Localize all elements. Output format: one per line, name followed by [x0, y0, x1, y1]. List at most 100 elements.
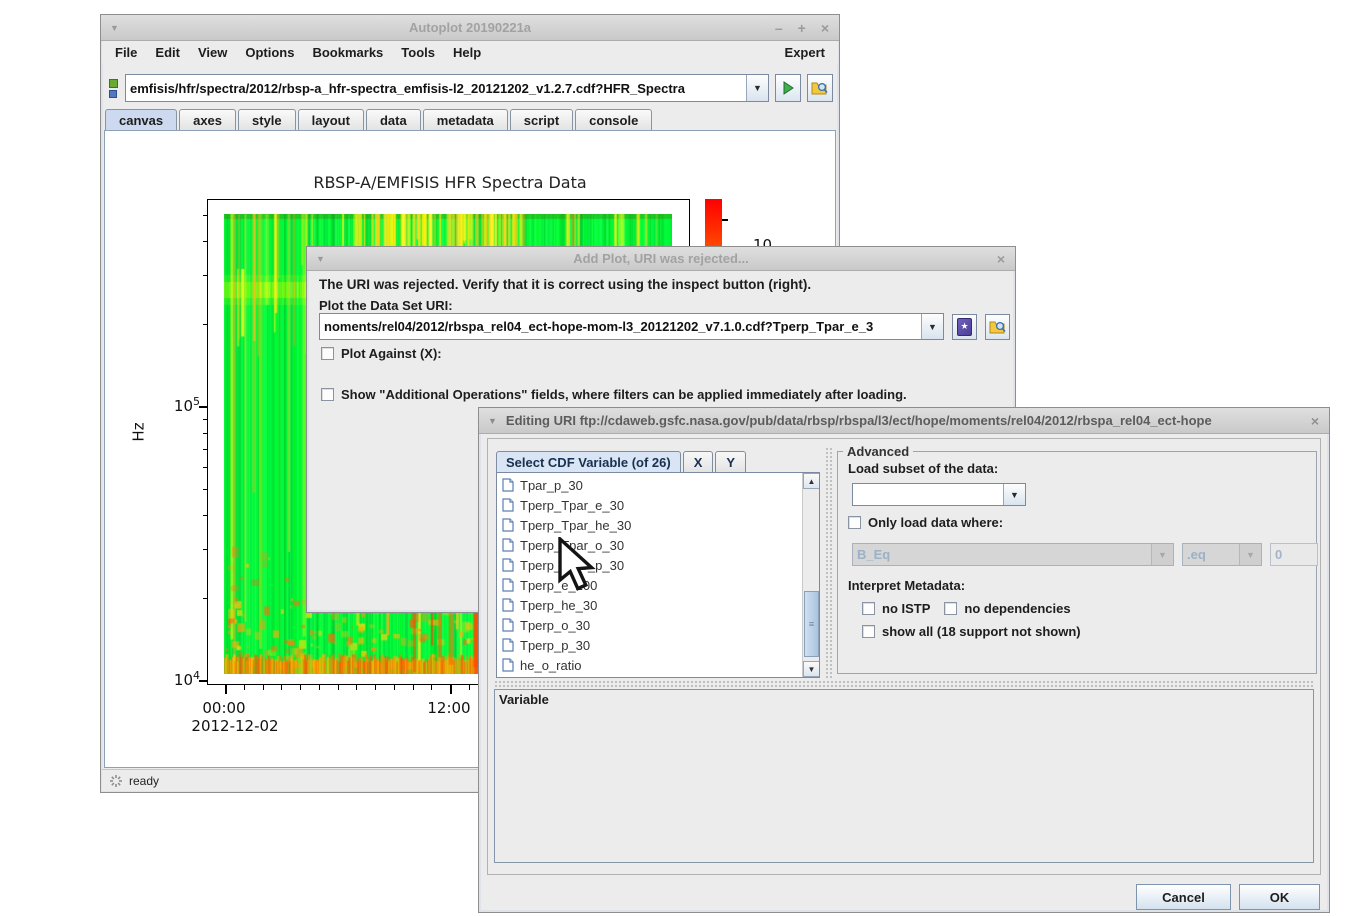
main-tab-bar: canvas axes style layout data metadata s… — [105, 109, 654, 131]
mouse-cursor — [553, 537, 599, 593]
add-plot-titlebar[interactable]: ▼ Add Plot, URI was rejected... × — [307, 247, 1015, 271]
horizontal-divider[interactable] — [494, 680, 1314, 687]
expert-label[interactable]: Expert — [785, 45, 825, 60]
y-axis-title: Hz — [130, 422, 148, 441]
axis-tick — [281, 685, 282, 690]
menu-edit[interactable]: Edit — [155, 45, 180, 60]
main-uri-input[interactable]: emfisis/hfr/spectra/2012/rbsp-a_hfr-spec… — [126, 75, 746, 101]
inspect-button[interactable] — [985, 314, 1010, 340]
list-item[interactable]: Tperp_Tpar_he_30 — [498, 515, 801, 535]
show-operations-checkbox[interactable] — [321, 388, 334, 401]
editing-uri-dialog: ▼ Editing URI ftp://cdaweb.gsfc.nasa.gov… — [478, 407, 1330, 913]
tab-canvas[interactable]: canvas — [105, 109, 177, 131]
where-param-value[interactable]: B_Eq — [853, 544, 1151, 565]
no-istp-checkbox[interactable] — [862, 602, 875, 615]
scrollbar-thumb[interactable]: ≡ — [804, 591, 819, 657]
main-uri-combo: emfisis/hfr/spectra/2012/rbsp-a_hfr-spec… — [125, 74, 769, 102]
window-title: Autoplot 20190221a — [101, 20, 839, 35]
menu-options[interactable]: Options — [245, 45, 294, 60]
tab-layout[interactable]: layout — [298, 109, 364, 131]
dataset-uri-combo: noments/rel04/2012/rbspa_rel04_ect-hope-… — [319, 313, 944, 340]
cancel-button[interactable]: Cancel — [1136, 884, 1231, 910]
maximize-button[interactable]: + — [798, 20, 806, 36]
ok-button[interactable]: OK — [1239, 884, 1320, 910]
list-item[interactable]: Tperp_Tpar_e_30 — [498, 495, 801, 515]
where-param-dropdown-button[interactable]: ▼ — [1151, 544, 1173, 565]
document-icon — [502, 538, 514, 552]
variable-panel-label: Variable — [499, 692, 549, 707]
folder-magnifier-icon — [989, 319, 1007, 335]
where-op-dropdown-button[interactable]: ▼ — [1239, 544, 1261, 565]
menu-tools[interactable]: Tools — [401, 45, 435, 60]
uri-dropdown-button[interactable]: ▼ — [921, 314, 943, 339]
tab-select-cdf-variable[interactable]: Select CDF Variable (of 26) — [496, 451, 681, 472]
axis-tick — [338, 685, 339, 690]
advanced-group-title: Advanced — [843, 444, 913, 459]
list-item[interactable]: Tperp_e_200 — [498, 575, 801, 595]
axis-tick — [199, 406, 208, 408]
minimize-button[interactable]: – — [775, 20, 783, 36]
plot-against-checkbox[interactable] — [321, 347, 334, 360]
axis-tick — [413, 685, 414, 690]
tab-y[interactable]: Y — [715, 451, 746, 472]
axis-tick — [199, 680, 208, 682]
dataset-uri-input[interactable]: noments/rel04/2012/rbspa_rel04_ect-hope-… — [320, 314, 921, 339]
splitpane-divider[interactable] — [825, 447, 834, 679]
variable-description-panel: Variable — [494, 689, 1314, 863]
tab-metadata[interactable]: metadata — [423, 109, 508, 131]
only-load-checkbox[interactable] — [848, 516, 861, 529]
menu-help[interactable]: Help — [453, 45, 481, 60]
list-item[interactable]: he_o_ratio — [498, 655, 801, 675]
no-dependencies-checkbox[interactable] — [944, 602, 957, 615]
show-all-label: show all (18 support not shown) — [882, 624, 1081, 639]
scroll-up-icon[interactable]: ▲ — [803, 473, 820, 489]
where-value-field[interactable]: 0 — [1270, 543, 1318, 566]
bookmark-button[interactable]: ★ — [952, 314, 977, 340]
plot-against-label: Plot Against (X): — [341, 346, 442, 361]
where-op-value[interactable]: .eq — [1183, 544, 1239, 565]
menu-bookmarks[interactable]: Bookmarks — [312, 45, 383, 60]
where-param-combo: B_Eq ▼ — [852, 543, 1174, 566]
tab-style[interactable]: style — [238, 109, 296, 131]
main-titlebar[interactable]: ▼ Autoplot 20190221a – + × — [101, 15, 839, 41]
tab-console[interactable]: console — [575, 109, 652, 131]
list-item[interactable]: Tperp_o_30 — [498, 615, 801, 635]
list-item[interactable]: Tpar_p_30 — [498, 475, 801, 495]
show-all-checkbox[interactable] — [862, 625, 875, 638]
tab-x[interactable]: X — [683, 451, 714, 472]
where-op-combo: .eq ▼ — [1182, 543, 1262, 566]
list-item[interactable]: Tperp_p_30 — [498, 635, 801, 655]
window-menu-icon[interactable]: ▼ — [488, 416, 497, 426]
tab-script[interactable]: script — [510, 109, 573, 131]
menu-view[interactable]: View — [198, 45, 227, 60]
status-text: ready — [129, 774, 159, 788]
close-button[interactable]: × — [1311, 413, 1319, 429]
tab-data[interactable]: data — [366, 109, 421, 131]
list-item[interactable]: Tperp_Tpar_o_30 — [498, 535, 801, 555]
folder-magnifier-icon — [811, 80, 829, 96]
subset-dropdown-button[interactable]: ▼ — [1003, 484, 1025, 505]
axis-tick — [203, 324, 208, 325]
inspect-uri-button[interactable] — [807, 74, 833, 102]
advanced-group: Advanced Load subset of the data: ▼ Only… — [837, 451, 1317, 674]
list-scrollbar[interactable]: ▲ ≡ ▼ — [802, 473, 819, 677]
close-button[interactable]: × — [821, 20, 829, 36]
list-item[interactable]: Tperp_Tpar_p_30 — [498, 555, 801, 575]
uri-dropdown-button[interactable]: ▼ — [746, 75, 768, 101]
menu-file[interactable]: File — [115, 45, 137, 60]
scroll-down-icon[interactable]: ▼ — [803, 661, 820, 677]
axis-tick — [375, 685, 376, 690]
bookmark-book-icon: ★ — [957, 318, 972, 336]
tab-axes[interactable]: axes — [179, 109, 236, 131]
menubar: File Edit View Options Bookmarks Tools H… — [102, 42, 838, 63]
axis-tick — [244, 685, 245, 690]
document-icon — [502, 598, 514, 612]
close-button[interactable]: × — [997, 251, 1005, 267]
list-item[interactable]: Tperp_he_30 — [498, 595, 801, 615]
go-button[interactable] — [775, 74, 801, 102]
y-axis-tick-label-bottom: 104 — [162, 669, 200, 689]
editing-titlebar[interactable]: ▼ Editing URI ftp://cdaweb.gsfc.nasa.gov… — [479, 408, 1329, 434]
axis-tick — [300, 685, 301, 690]
axis-tick — [203, 515, 208, 516]
subset-combo-value[interactable] — [853, 484, 1003, 505]
